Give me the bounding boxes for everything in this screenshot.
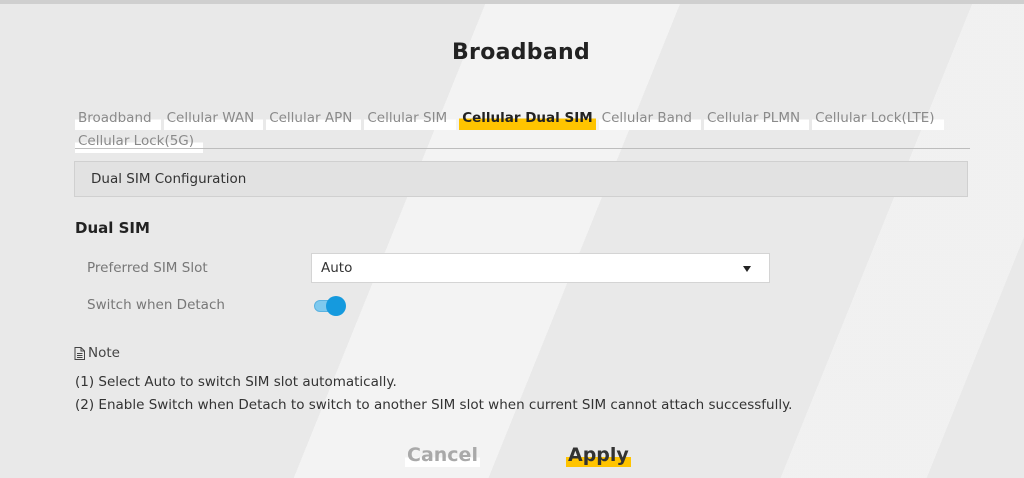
note-header: Note <box>74 345 120 361</box>
section-title: Dual SIM Configuration <box>91 171 247 187</box>
preferred-sim-slot-value: Auto <box>321 260 353 276</box>
toggle-knob <box>326 296 346 316</box>
tab-cellular-band[interactable]: Cellular Band <box>598 107 701 130</box>
tab-cellular-apn[interactable]: Cellular APN <box>266 107 362 130</box>
tab-cellular-dual-sim[interactable]: Cellular Dual SIM <box>459 107 596 130</box>
page-title: Broadband <box>451 40 591 65</box>
tab-cellular-lock-5g[interactable]: Cellular Lock(5G) <box>75 130 204 153</box>
dual-sim-heading: Dual SIM <box>75 219 150 237</box>
note-line-1: (1) Select Auto to switch SIM slot autom… <box>75 374 397 390</box>
note-title: Note <box>88 345 120 361</box>
tab-cellular-wan[interactable]: Cellular WAN <box>163 107 264 130</box>
tab-broadband[interactable]: Broadband <box>75 107 161 130</box>
section-header: Dual SIM Configuration <box>74 161 968 197</box>
switch-when-detach-label: Switch when Detach <box>87 297 225 313</box>
cancel-button[interactable]: Cancel <box>405 443 480 467</box>
preferred-sim-slot-select[interactable]: Auto <box>311 253 770 283</box>
tab-cellular-sim[interactable]: Cellular SIM <box>364 107 457 130</box>
caret-down-icon <box>743 266 751 272</box>
switch-when-detach-toggle[interactable] <box>314 296 346 316</box>
apply-button[interactable]: Apply <box>566 443 631 467</box>
tab-cellular-plmn[interactable]: Cellular PLMN <box>704 107 810 130</box>
preferred-sim-slot-label: Preferred SIM Slot <box>87 260 208 276</box>
tab-bar: Broadband Cellular WAN Cellular APN Cellula… <box>75 107 970 153</box>
note-document-icon <box>74 346 85 360</box>
main-content: Broadband Broadband Cellular WAN Cellular … <box>0 0 1024 478</box>
note-line-2: (2) Enable Switch when Detach to switch … <box>75 397 793 413</box>
tab-divider <box>75 148 970 149</box>
tab-cellular-lock-lte[interactable]: Cellular Lock(LTE) <box>812 107 944 130</box>
